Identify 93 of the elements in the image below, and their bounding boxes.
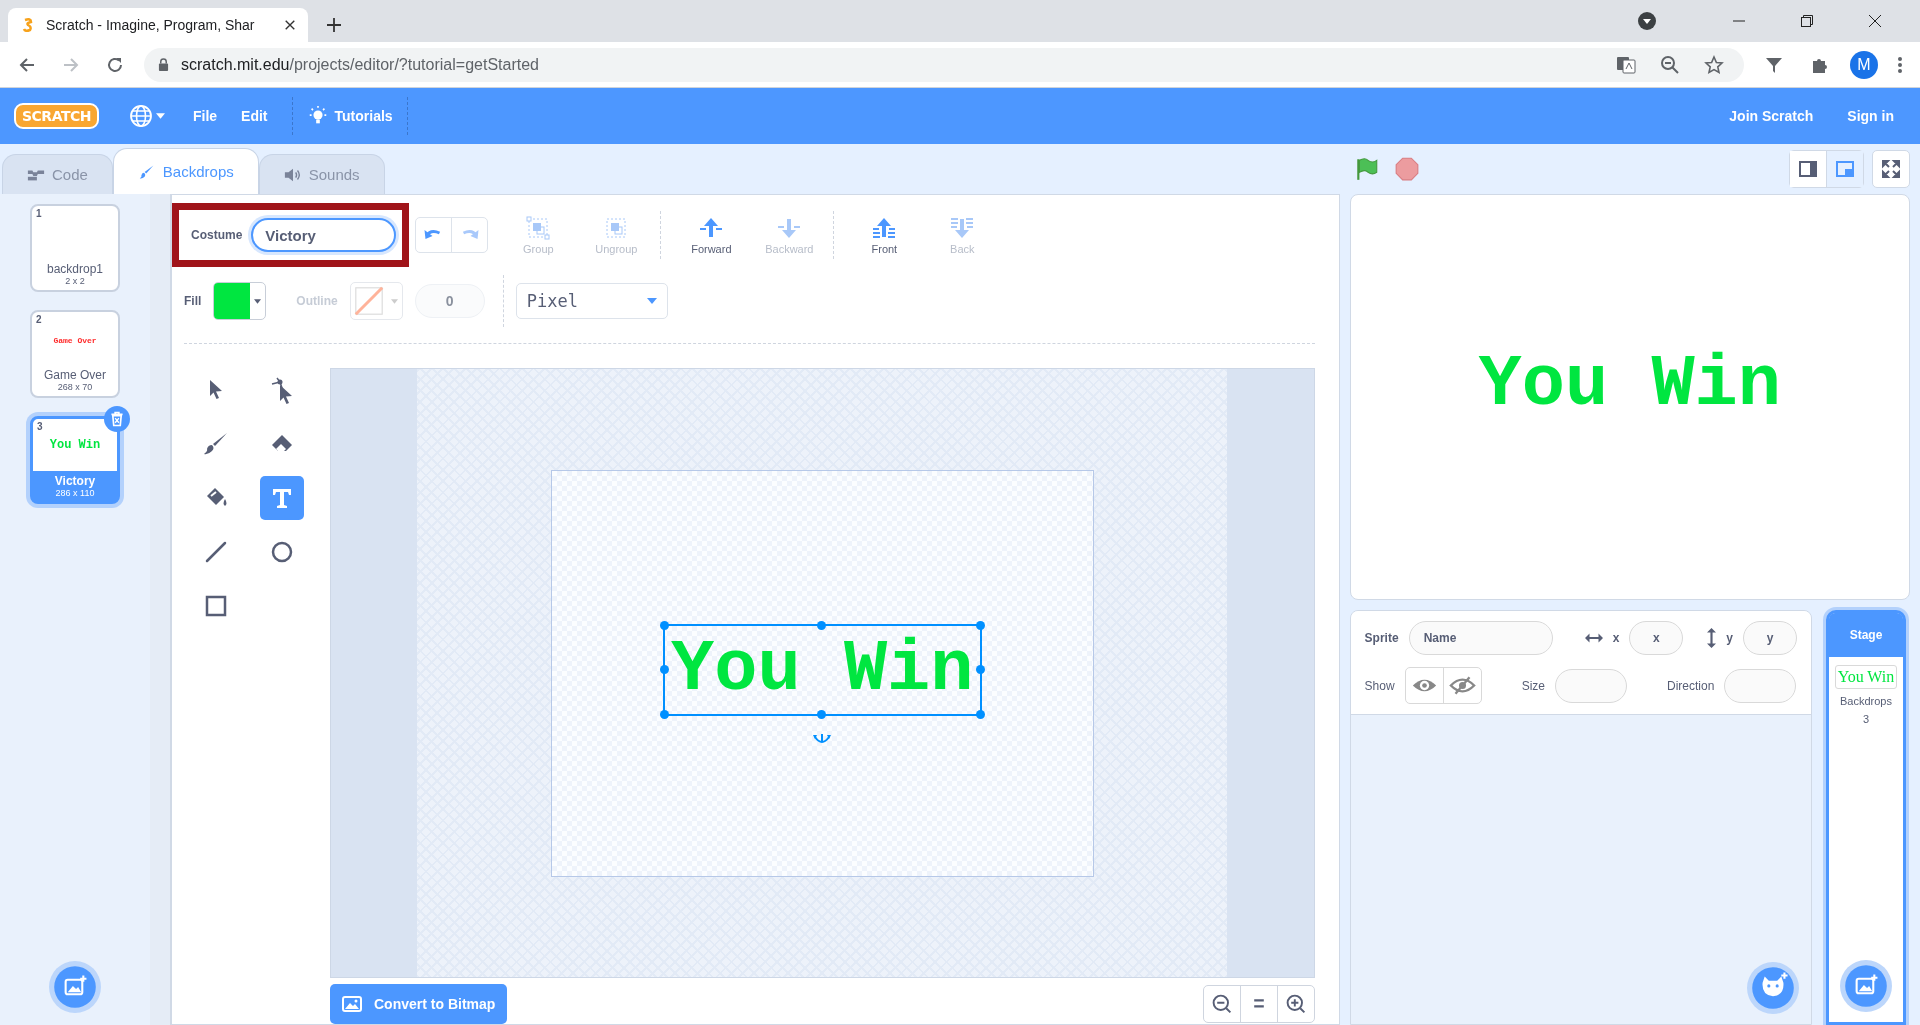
close-icon[interactable] [1868, 14, 1882, 28]
resize-handle[interactable] [660, 621, 670, 630]
add-backdrop-button[interactable] [1840, 960, 1892, 1012]
show-label: Show [1364, 678, 1395, 693]
vertical-arrows-icon [1707, 628, 1717, 648]
text-tool[interactable] [260, 476, 304, 520]
resize-handle[interactable] [660, 665, 670, 674]
stage-header: Stage [1829, 613, 1903, 657]
backdrop-preview-text: You Win [49, 438, 101, 452]
menu-item[interactable]: File [180, 100, 230, 132]
delete-icon[interactable] [104, 406, 130, 432]
horizontal-arrows-icon [1584, 633, 1603, 643]
browser-tab[interactable]: Scratch - Imagine, Program, Shar [8, 8, 308, 42]
url-text: scratch.mit.edu/projects/editor/?tutorial=getStarted [181, 55, 539, 74]
menu-item[interactable]: Edit [229, 100, 280, 132]
costume-name-field[interactable]: Victory [251, 218, 397, 252]
globe-icon [128, 104, 153, 128]
backdrop-number: 2 [36, 314, 42, 325]
stage-selector[interactable]: Stage You Win Backdrops 3 [1826, 610, 1906, 1025]
y-label: y [1726, 631, 1733, 645]
scratch-logo[interactable]: SCRATCH [14, 103, 99, 129]
backdrop-preview-text: Game Over [53, 335, 97, 345]
resize-handle[interactable] [660, 710, 670, 719]
menu-icon[interactable] [1898, 55, 1902, 74]
resize-handle[interactable] [817, 621, 827, 630]
backdrop-size: 268 x 70 [57, 382, 93, 392]
address-bar[interactable]: scratch.mit.edu/projects/editor/?tutorial=getStarted [144, 47, 1744, 82]
fill-color-picker[interactable] [213, 282, 267, 320]
star-icon[interactable] [1704, 54, 1724, 75]
backdrop-name: Victory [54, 474, 96, 488]
paint-canvas[interactable]: You Win [330, 368, 1315, 978]
caret-icon [155, 113, 165, 119]
x-label: x [1612, 631, 1620, 645]
editor-tab[interactable]: Backdrops [112, 148, 259, 194]
x-field[interactable]: x [1629, 621, 1684, 655]
costume-label: Costume [191, 228, 243, 242]
backdrops-label: Backdrops [1840, 695, 1892, 707]
backdrop-number: 3 [37, 421, 43, 432]
y-field[interactable]: y [1743, 621, 1797, 655]
outline-label: Outline [296, 294, 338, 308]
group-icon [525, 215, 552, 241]
convert-to-bitmap-button[interactable]: Convert to Bitmap [330, 984, 508, 1024]
resize-handle[interactable] [975, 621, 985, 630]
resize-handle[interactable] [817, 710, 827, 719]
profile-avatar[interactable]: M [1850, 50, 1878, 79]
backdrops-count: 3 [1862, 713, 1870, 725]
stage-text: You Win [1478, 343, 1782, 428]
backdrop-size: 2 x 2 [65, 276, 85, 286]
paintbrush-icon [137, 163, 156, 180]
restore-icon[interactable] [1800, 14, 1814, 28]
editor-tab[interactable]: Code [2, 154, 113, 194]
size-field[interactable] [1555, 668, 1627, 703]
fill-label: Fill [184, 294, 202, 308]
caret-icon [646, 298, 657, 304]
lock-icon [158, 58, 169, 71]
backdrop-card[interactable]: 1 backdrop1 2 x 2 [30, 204, 120, 292]
direction-field[interactable] [1724, 668, 1797, 703]
backdrop-number: 1 [36, 208, 42, 219]
stop-icon[interactable] [1393, 156, 1420, 182]
size-label: Size [1521, 678, 1545, 693]
sign-in-link[interactable]: Sign in [1835, 100, 1906, 132]
back-icon[interactable] [18, 55, 36, 74]
scrollbar-track[interactable] [150, 194, 171, 1025]
speaker-icon [283, 166, 302, 183]
backdrop-name: Game Over [44, 368, 106, 382]
backdrop-card[interactable]: 2 Game Over Game Over 268 x 70 [30, 310, 120, 398]
resize-handle[interactable] [975, 665, 985, 674]
forward-icon[interactable] [62, 55, 80, 74]
fullscreen-button[interactable] [1872, 150, 1910, 188]
add-sprite-button[interactable] [1747, 962, 1799, 1014]
stage-thumbnail: You Win [1834, 665, 1898, 689]
font-dropdown[interactable]: Pixel [515, 283, 668, 319]
translate-icon[interactable] [1616, 54, 1636, 75]
backdrop-name: backdrop1 [46, 262, 103, 276]
resize-handle[interactable] [975, 710, 985, 719]
forward-button[interactable]: Forward [683, 215, 740, 255]
close-tab-icon[interactable] [284, 19, 296, 31]
profile-dropdown-icon[interactable] [1638, 12, 1656, 30]
direction-label: Direction [1667, 678, 1715, 693]
zoom-out-icon[interactable] [1660, 54, 1680, 75]
sprite-label: Sprite [1364, 631, 1399, 645]
new-tab-icon[interactable] [326, 17, 342, 33]
tab-title: Scratch - Imagine, Program, Shar [46, 17, 256, 33]
tutorials-button[interactable]: Tutorials [291, 97, 408, 135]
front-button[interactable]: Front [856, 215, 913, 255]
join-link[interactable]: Join Scratch [1717, 100, 1826, 132]
reload-icon[interactable] [106, 55, 124, 74]
editor-tab[interactable]: Sounds [258, 154, 385, 194]
add-backdrop-button[interactable] [49, 961, 101, 1013]
image-icon [342, 995, 362, 1013]
sprite-name-field[interactable]: Name [1408, 621, 1553, 655]
outline-color-picker[interactable] [349, 282, 403, 320]
backdrop-size: 286 x 110 [55, 488, 95, 498]
